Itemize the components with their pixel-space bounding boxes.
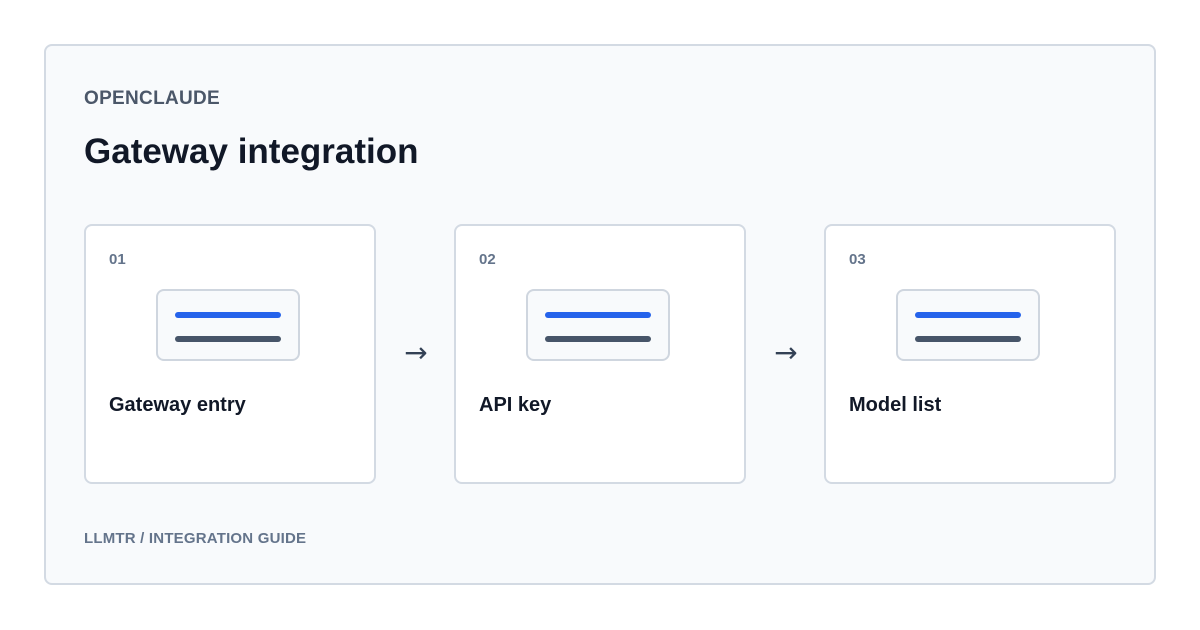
accent-line: [545, 312, 651, 318]
step-card-gateway-entry: 01 Gateway entry: [84, 224, 376, 484]
secondary-line: [915, 336, 1021, 342]
accent-line: [915, 312, 1021, 318]
right-arrow-icon: →: [404, 336, 428, 369]
step-number: 02: [479, 251, 496, 268]
step-card-model-list: 03 Model list: [824, 224, 1116, 484]
page-title: Gateway integration: [84, 132, 419, 171]
step-card-api-key: 02 API key: [454, 224, 746, 484]
footer-caption: LLMTR / INTEGRATION GUIDE: [84, 530, 307, 547]
document-lines-icon: [896, 289, 1040, 361]
brand-label: OPENCLAUDE: [84, 88, 221, 109]
step-label: Gateway entry: [109, 394, 246, 416]
secondary-line: [175, 336, 281, 342]
step-number: 01: [109, 251, 126, 268]
right-arrow-icon: →: [774, 336, 798, 369]
step-label: Model list: [849, 394, 942, 416]
secondary-line: [545, 336, 651, 342]
accent-line: [175, 312, 281, 318]
document-lines-icon: [156, 289, 300, 361]
step-label: API key: [479, 394, 552, 416]
document-lines-icon: [526, 289, 670, 361]
step-number: 03: [849, 251, 866, 268]
